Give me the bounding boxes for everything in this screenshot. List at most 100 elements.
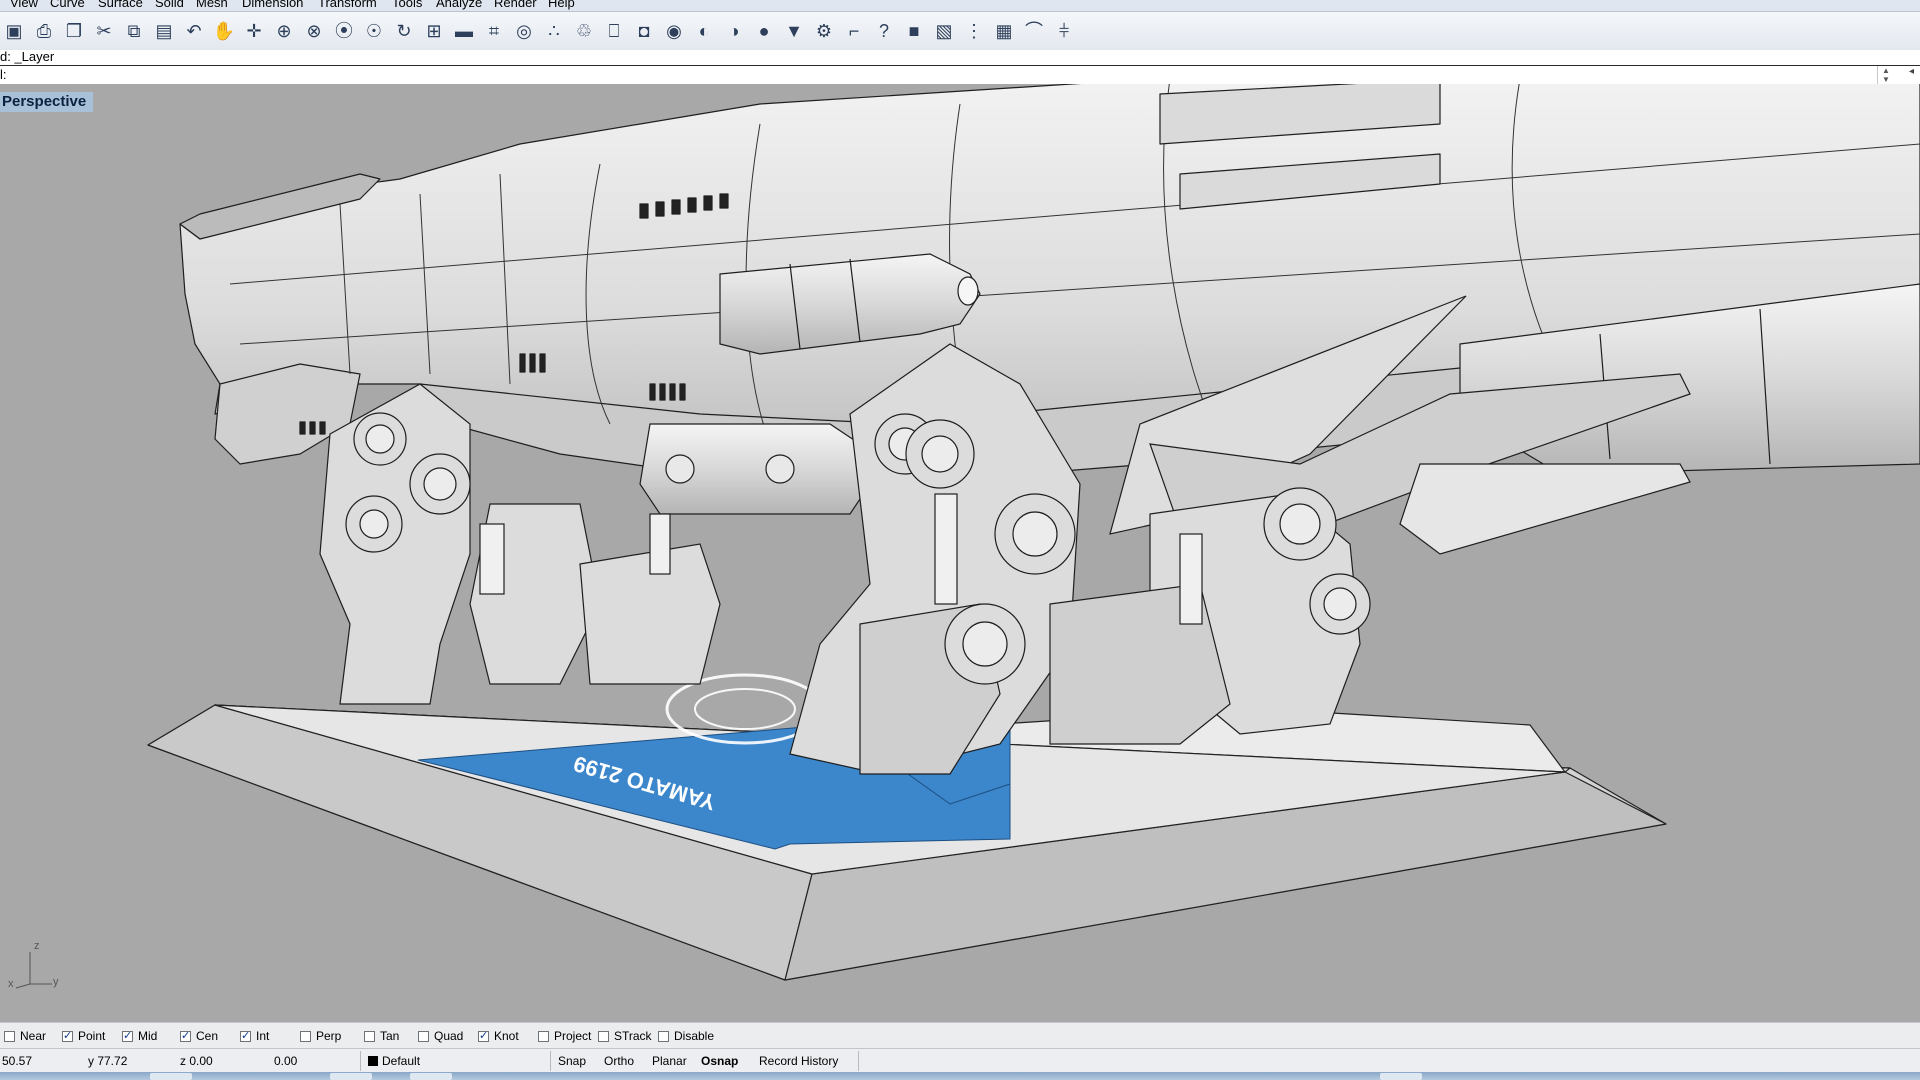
osnap-point[interactable]: Point xyxy=(62,1028,105,1044)
zoom-icon[interactable]: ⊕ xyxy=(272,19,296,43)
sphere-wire-icon[interactable]: ◐ xyxy=(692,19,716,43)
osnap-checkbox[interactable] xyxy=(538,1030,549,1042)
osnap-project[interactable]: Project xyxy=(538,1028,591,1044)
cplane-icon[interactable]: ▧ xyxy=(932,19,956,43)
lock-icon[interactable]: ⎕ xyxy=(602,19,626,43)
sphere-render-icon[interactable]: ● xyxy=(752,19,776,43)
status-layer-name: Default xyxy=(382,1054,421,1068)
osnap-checkbox[interactable] xyxy=(478,1029,489,1042)
box-view-icon[interactable]: ■ xyxy=(902,19,926,43)
menu-mesh[interactable]: Mesh xyxy=(196,0,228,10)
menu-view[interactable]: View xyxy=(10,0,38,10)
menu-analyze[interactable]: Analyze xyxy=(436,0,482,10)
osnap-tan[interactable]: Tan xyxy=(364,1028,399,1044)
taskbar-button[interactable] xyxy=(1380,1073,1422,1080)
axis-z-label: z xyxy=(34,940,40,952)
mesh-icon[interactable]: ⌗ xyxy=(482,19,506,43)
sphere-mesh-icon[interactable]: ◑ xyxy=(722,19,746,43)
command-history-text: d: _Layer xyxy=(0,50,55,64)
taskbar-button[interactable] xyxy=(410,1073,452,1080)
four-viewports-icon[interactable]: ⊞ xyxy=(422,19,446,43)
zoom-window-icon[interactable]: ⊗ xyxy=(302,19,326,43)
osnap-checkbox[interactable] xyxy=(4,1030,15,1042)
osnap-checkbox[interactable] xyxy=(364,1030,375,1042)
undo-icon[interactable]: ↶ xyxy=(182,19,206,43)
mirror-icon[interactable]: ⫩ xyxy=(1052,19,1076,43)
menu-help[interactable]: Help xyxy=(548,0,575,10)
move-icon[interactable]: ✛ xyxy=(242,19,266,43)
cut-icon[interactable]: ✂ xyxy=(92,19,116,43)
osnap-checkbox[interactable] xyxy=(240,1029,251,1042)
osnap-checkbox[interactable] xyxy=(598,1030,609,1042)
command-collapse-icon[interactable]: ◂ xyxy=(1909,66,1914,77)
osnap-perp[interactable]: Perp xyxy=(300,1028,341,1044)
osnap-checkbox[interactable] xyxy=(418,1030,429,1042)
command-prompt[interactable]: l: ▲ ▼ ◂ xyxy=(0,65,1920,85)
taskbar-button[interactable] xyxy=(150,1073,192,1080)
rotate-view-icon[interactable]: ↻ xyxy=(392,19,416,43)
light-bulb-icon[interactable]: ♲ xyxy=(572,19,596,43)
dimension-icon[interactable]: ⌐ xyxy=(842,19,866,43)
snap-toggle[interactable]: Snap xyxy=(558,1054,586,1068)
axis-y-label: y xyxy=(53,976,59,988)
ortho-toggle[interactable]: Ortho xyxy=(604,1054,634,1068)
print-icon[interactable]: ⎙ xyxy=(32,19,56,43)
record-history-toggle[interactable]: Record History xyxy=(759,1054,838,1068)
rainbow-icon[interactable]: ⌒ xyxy=(1022,19,1046,43)
osnap-label: Perp xyxy=(316,1029,342,1043)
osnap-checkbox[interactable] xyxy=(300,1030,311,1042)
osnap-toggle[interactable]: Osnap xyxy=(701,1054,738,1068)
circle-target-icon[interactable]: ◎ xyxy=(512,19,536,43)
osnap-quad[interactable]: Quad xyxy=(418,1028,463,1044)
osnap-cen[interactable]: Cen xyxy=(180,1028,218,1044)
osnap-strack[interactable]: STrack xyxy=(598,1028,652,1044)
zoom-selected-icon[interactable]: ☉ xyxy=(362,19,386,43)
copy-doc-icon[interactable]: ❐ xyxy=(62,19,86,43)
osnap-label: Mid xyxy=(138,1029,158,1043)
planar-toggle[interactable]: Planar xyxy=(652,1054,687,1068)
osnap-int[interactable]: Int xyxy=(240,1028,269,1044)
zoom-extents-icon[interactable]: ⦿ xyxy=(332,19,356,43)
shield-icon[interactable]: ◘ xyxy=(632,19,656,43)
copy-icon[interactable]: ⧉ xyxy=(122,19,146,43)
osnap-mid[interactable]: Mid xyxy=(122,1028,157,1044)
color-wheel-icon[interactable]: ◉ xyxy=(662,19,686,43)
pan-hand-icon[interactable]: ✋ xyxy=(212,19,236,43)
osnap-checkbox[interactable] xyxy=(180,1029,191,1042)
menu-render[interactable]: Render xyxy=(494,0,537,10)
osnap-label: Int xyxy=(256,1029,270,1043)
menu-solid[interactable]: Solid xyxy=(155,0,184,10)
paste-icon[interactable]: ▤ xyxy=(152,19,176,43)
osnap-knot[interactable]: Knot xyxy=(478,1028,519,1044)
menu-transform[interactable]: Transform xyxy=(318,0,377,10)
menu-surface[interactable]: Surface xyxy=(98,0,143,10)
status-layer[interactable]: Default xyxy=(368,1054,420,1068)
perspective-viewport[interactable]: Perspective YAMATO 2199 z y x xyxy=(0,84,1920,1022)
engine-nacelle xyxy=(639,423,871,515)
osnap-label: Cen xyxy=(196,1029,219,1043)
menu-dimension[interactable]: Dimension xyxy=(242,0,303,10)
taskbar-button[interactable] xyxy=(330,1073,372,1080)
viewport-title[interactable]: Perspective xyxy=(0,92,94,112)
osnap-disable[interactable]: Disable xyxy=(658,1028,714,1044)
spotlight-icon[interactable]: ▼ xyxy=(782,19,806,43)
car-icon[interactable]: ▬ xyxy=(452,19,476,43)
layer-tool-icon[interactable]: ▦ xyxy=(992,19,1016,43)
osnap-checkbox[interactable] xyxy=(62,1029,73,1042)
save-icon[interactable]: ▣ xyxy=(2,19,26,43)
layer-color-swatch xyxy=(368,1056,378,1066)
model-render[interactable]: YAMATO 2199 xyxy=(0,84,1920,1022)
osnap-near[interactable]: Near xyxy=(4,1028,46,1044)
points-icon[interactable]: ∴ xyxy=(542,19,566,43)
status-distance: 0.00 xyxy=(274,1054,298,1068)
command-scroll-arrows[interactable]: ▲ ▼ xyxy=(1877,66,1894,84)
osnap-label: Tan xyxy=(380,1029,400,1043)
menu-tools[interactable]: Tools xyxy=(392,0,422,10)
world-axes-indicator: z y x xyxy=(6,940,66,990)
vertical-dots-icon[interactable]: ⋮ xyxy=(962,19,986,43)
help-icon[interactable]: ? xyxy=(872,19,896,43)
osnap-checkbox[interactable] xyxy=(122,1029,133,1042)
gear-icon[interactable]: ⚙ xyxy=(812,19,836,43)
menu-curve[interactable]: Curve xyxy=(50,0,85,10)
osnap-checkbox[interactable] xyxy=(658,1030,669,1042)
